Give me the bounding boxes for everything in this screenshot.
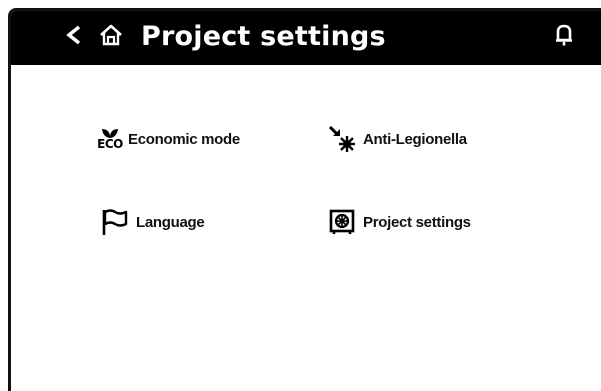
menu-item-anti-legionella[interactable]: Anti-Legionella [327, 124, 467, 154]
notification-button[interactable] [551, 23, 577, 51]
page-title: Project settings [141, 21, 386, 52]
eco-icon: ECO [97, 124, 123, 154]
home-icon [99, 23, 123, 52]
menu-item-label: Project settings [363, 213, 471, 231]
flag-icon [100, 207, 130, 237]
menu-item-language[interactable]: Language [100, 207, 205, 237]
menu-item-label: Anti-Legionella [363, 130, 467, 148]
chevron-left-icon [66, 25, 82, 50]
menu-item-label: Language [136, 213, 205, 231]
header-bar: Project settings [11, 11, 601, 65]
back-button[interactable] [61, 22, 87, 52]
safe-icon [327, 207, 357, 237]
menu-item-economic-mode[interactable]: ECO Economic mode [97, 124, 240, 154]
home-button[interactable] [97, 23, 125, 51]
app-window: Project settings ECO Economic mode Anti-… [8, 8, 601, 391]
menu-item-project-settings[interactable]: Project settings [327, 207, 471, 237]
bell-icon [554, 23, 574, 52]
menu-item-label: Economic mode [128, 130, 240, 148]
anti-legionella-icon [327, 124, 357, 154]
eco-icon-text: ECO [97, 137, 123, 151]
